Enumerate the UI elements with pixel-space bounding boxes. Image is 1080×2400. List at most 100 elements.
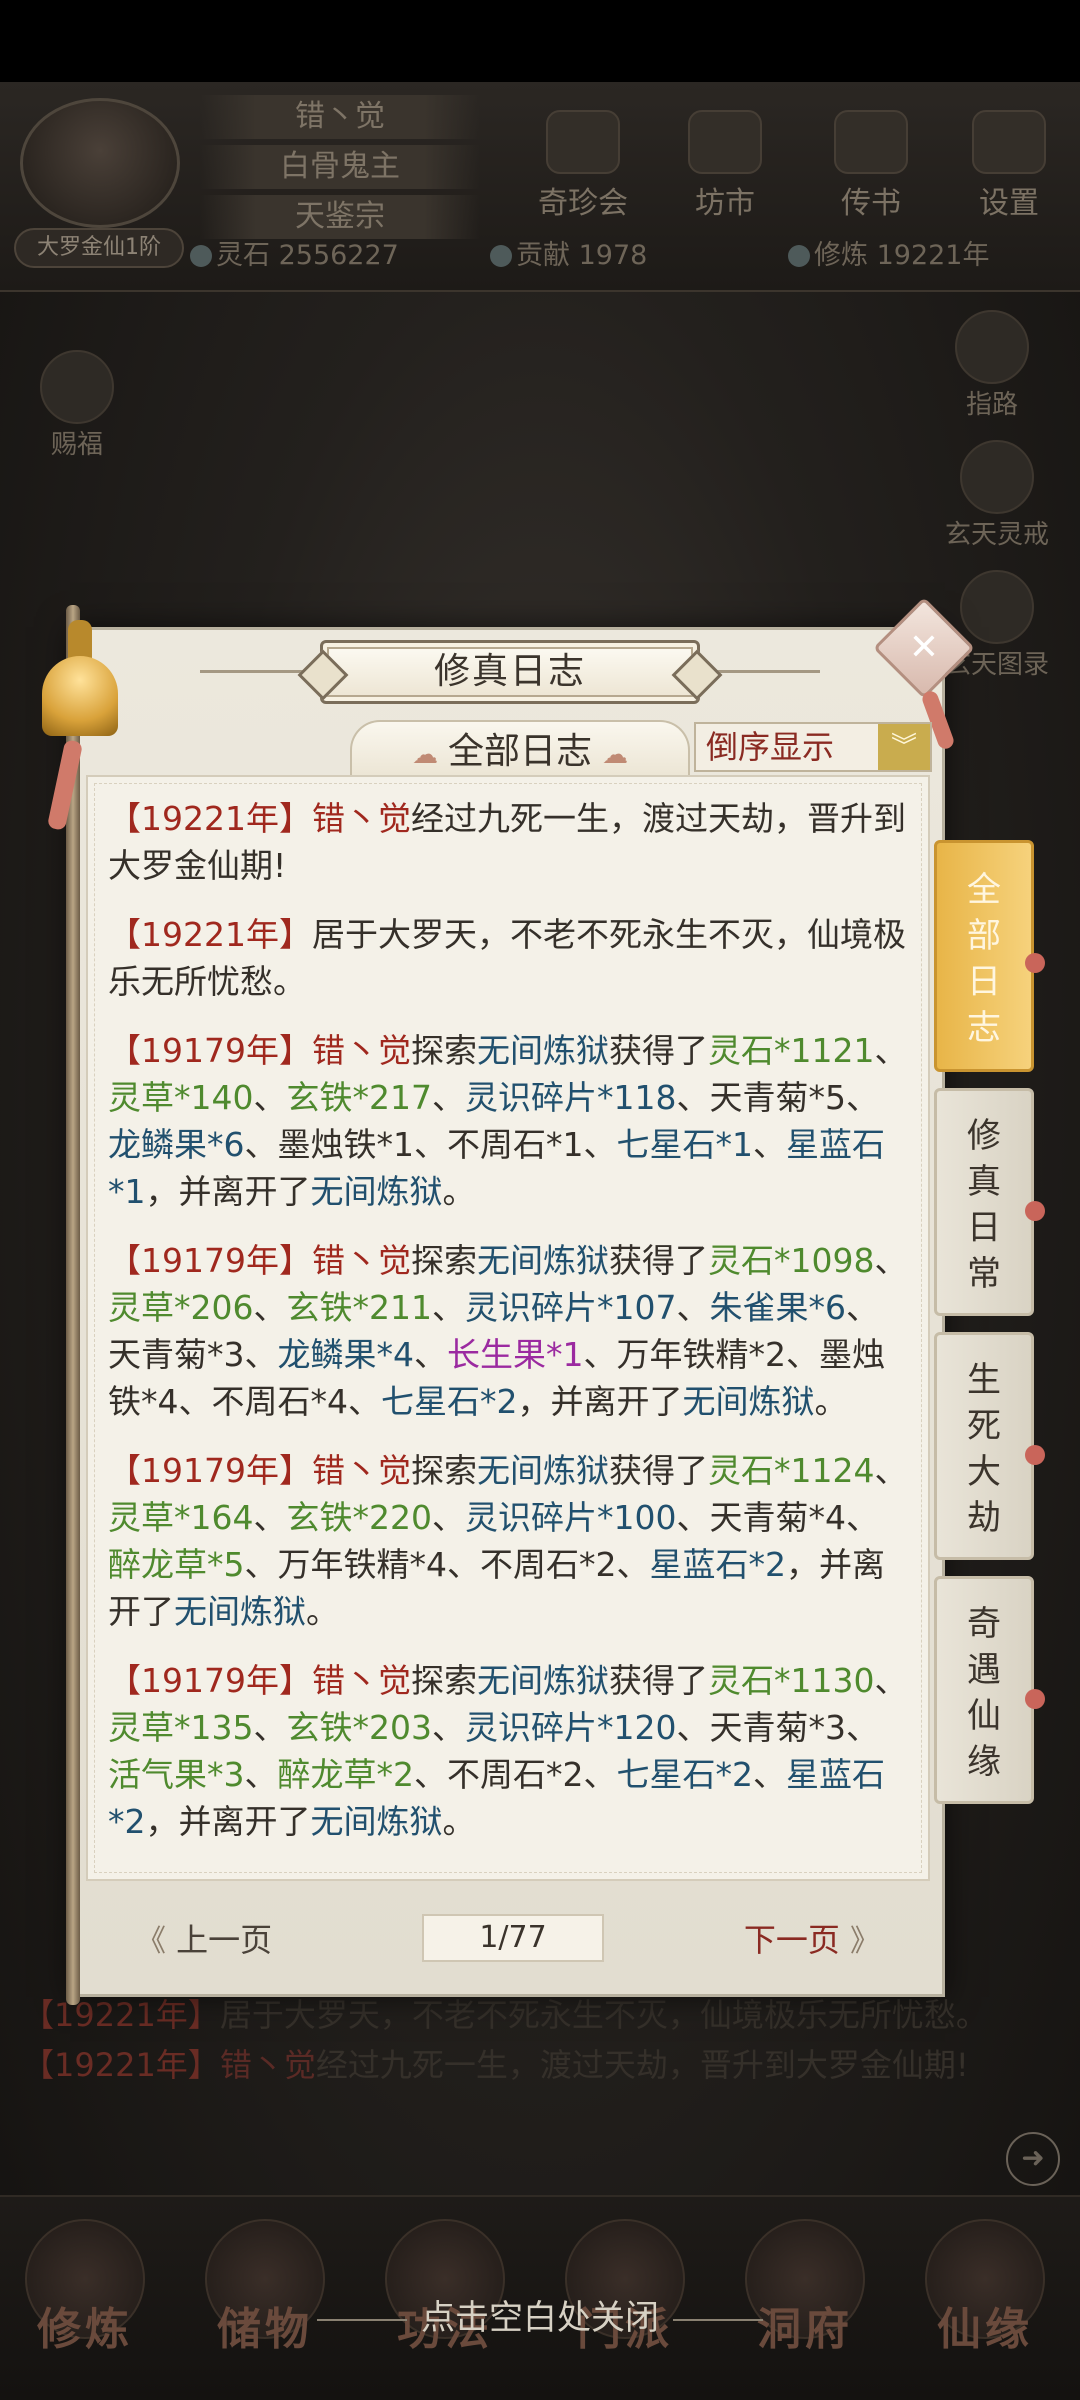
name-plates: 错丶觉 白骨鬼主 天鉴宗 xyxy=(200,95,480,245)
double-chevron-right-icon: 》 xyxy=(850,1924,880,1959)
cloud-icon: ☁ xyxy=(602,740,628,770)
log-segment-plain: 探索 xyxy=(410,1451,477,1490)
cloud-icon: ☁ xyxy=(411,740,438,770)
log-segment-blue: 星蓝石*2 xyxy=(649,1545,787,1584)
log-segment-green: 玄铁*211 xyxy=(286,1288,433,1327)
spirit-ring-button[interactable]: 玄天灵戒 xyxy=(945,440,1049,551)
knot-ornament xyxy=(1025,1445,1045,1465)
cultivation-stat: 修炼 19221年 xyxy=(788,236,989,276)
log-segment-green: 醉龙草*2 xyxy=(277,1755,415,1794)
sort-dropdown[interactable]: 倒序显示 ︾ xyxy=(694,722,932,772)
log-entry: 【19221年】居于大罗天，不老不死永生不灭，仙境极乐无所忧愁。 xyxy=(22,1990,1062,2040)
spirit-stone-icon xyxy=(190,245,212,267)
tab-tribulation[interactable]: 生死大劫 xyxy=(934,1332,1045,1560)
log-segment-place: 无间炼狱 xyxy=(476,1031,609,1070)
log-segment-blue: 灵识碎片*120 xyxy=(465,1708,677,1747)
log-segment-plain: 。 xyxy=(814,1382,848,1421)
log-segment-year: 【19179年】 xyxy=(108,1661,312,1700)
treasure-fair-button[interactable]: 奇珍会 xyxy=(528,110,638,221)
log-segment-green: 灵石*1130 xyxy=(707,1661,875,1700)
log-segment-plain: 、 xyxy=(253,1498,287,1537)
contribution-icon xyxy=(490,245,512,267)
filter-tab-all[interactable]: ☁ 全部日志 ☁ xyxy=(350,720,690,780)
player-sect: 天鉴宗 xyxy=(200,195,480,239)
log-segment-blue: 龙鳞果*6 xyxy=(108,1125,245,1164)
spirit-stone-stat: 灵石 2556227 xyxy=(190,236,399,276)
tab-all-logs[interactable]: 全部日志 xyxy=(934,840,1045,1072)
log-segment-name: 错丶觉 xyxy=(311,1241,411,1280)
log-segment-blue: 灵识碎片*100 xyxy=(465,1498,677,1537)
log-segment-plain: 、 xyxy=(432,1078,465,1117)
log-segment-green: 灵石*1124 xyxy=(707,1451,875,1490)
log-entry: 【19179年】错丶觉探索无间炼狱获得了灵石*1098、灵草*206、玄铁*21… xyxy=(88,1219,928,1429)
guide-icon xyxy=(955,310,1029,384)
chevron-down-icon: ︾ xyxy=(878,724,930,770)
market-icon xyxy=(688,110,762,174)
market-button[interactable]: 坊市 xyxy=(670,110,780,221)
log-segment-name: 错丶觉 xyxy=(311,1031,411,1070)
player-title: 白骨鬼主 xyxy=(200,145,480,189)
log-segment-year: 【19221年】 xyxy=(108,799,312,838)
gear-icon xyxy=(972,110,1046,174)
close-hint[interactable]: 点击空白处关闭 xyxy=(0,2290,1080,2339)
guide-button[interactable]: 指路 xyxy=(955,310,1029,421)
log-entry: 【19221年】居于大罗天，不老不死永生不灭，仙境极乐无所忧愁。 xyxy=(88,893,928,1009)
log-segment-plain: 探索 xyxy=(410,1031,477,1070)
page-indicator: 1/77 xyxy=(422,1914,604,1962)
log-segment-plain: 探索 xyxy=(410,1241,477,1280)
log-segment-plain: 、 xyxy=(676,1288,710,1327)
log-segment-plain: 、 xyxy=(753,1755,786,1794)
prev-page-button[interactable]: 《 上一页 xyxy=(136,1914,272,1968)
log-segment-plain: ，并离开了 xyxy=(145,1172,311,1211)
log-segment-green: 灵草*135 xyxy=(108,1708,254,1747)
avatar[interactable] xyxy=(20,98,180,228)
next-page-button[interactable]: 下一页 》 xyxy=(744,1914,880,1968)
log-segment-blue: 灵识碎片*107 xyxy=(465,1288,677,1327)
log-segment-plain: 。 xyxy=(306,1592,339,1631)
scroll-rod xyxy=(66,605,80,2005)
log-segment-plain: 探索 xyxy=(410,1661,477,1700)
log-segment-place: 无间炼狱 xyxy=(476,1661,609,1700)
tab-encounter[interactable]: 奇遇仙缘 xyxy=(934,1576,1045,1804)
log-segment-plain: 、天青菊*5、 xyxy=(676,1078,880,1117)
log-segment-plain: 。 xyxy=(442,1172,476,1211)
tab-daily[interactable]: 修真日常 xyxy=(934,1088,1045,1316)
log-segment-plain: 、天青菊*3、 xyxy=(676,1708,880,1747)
mail-button[interactable]: 传书 xyxy=(816,110,926,221)
resource-row: 灵石 2556227 贡献 1978 修炼 19221年 xyxy=(190,236,1070,276)
log-segment-green: 玄铁*203 xyxy=(286,1708,433,1747)
log-segment-plain: 获得了 xyxy=(608,1031,708,1070)
log-segment-blue: 龙鳞果*4 xyxy=(277,1335,415,1374)
log-segment-plain: 经过九死一生，渡过天劫，晋升到大罗金仙期! xyxy=(315,2046,969,2084)
log-segment-blue: 朱雀果*6 xyxy=(709,1288,847,1327)
contribution-stat: 贡献 1978 xyxy=(490,236,647,276)
log-segment-plain: 。 xyxy=(442,1802,476,1841)
log-entry: 【19179年】错丶觉探索无间炼狱获得了灵石*1124、灵草*164、玄铁*22… xyxy=(88,1429,928,1639)
log-segment-purple: 长生果*1 xyxy=(447,1335,584,1374)
knot-ornament xyxy=(1025,953,1045,973)
log-segment-plain: 、 xyxy=(244,1755,278,1794)
log-segment-plain: 、 xyxy=(432,1498,465,1537)
log-segment-plain: 居于大罗天，不老不死永生不灭，仙境极乐无所忧愁。 xyxy=(219,1996,988,2034)
log-list[interactable]: 【19221年】错丶觉经过九死一生，渡过天劫，晋升到大罗金仙期! 【19221年】… xyxy=(86,775,930,1881)
book-icon xyxy=(960,570,1034,644)
log-segment-green: 灵草*206 xyxy=(108,1288,254,1327)
log-segment-blue: 七星石*2 xyxy=(616,1755,754,1794)
log-segment-year: 【19179年】 xyxy=(108,1241,312,1280)
log-segment-blue: 灵识碎片*118 xyxy=(465,1078,677,1117)
log-segment-plain: 、 xyxy=(874,1451,908,1490)
log-segment-place: 无间炼狱 xyxy=(310,1802,443,1841)
background-log: 【19221年】居于大罗天，不老不死永生不灭，仙境极乐无所忧愁。 【19221年】… xyxy=(22,1990,1062,2090)
settings-button[interactable]: 设置 xyxy=(954,110,1064,221)
rank-badge: 大罗金仙1阶 xyxy=(14,228,184,268)
blessing-button[interactable]: 赐福 xyxy=(40,350,114,461)
log-segment-plain: 、不周石*2、 xyxy=(414,1755,617,1794)
expand-arrow-icon[interactable]: ➜ xyxy=(1006,2132,1060,2186)
log-segment-year: 【19179年】 xyxy=(108,1451,312,1490)
log-segment-plain: ，并离开了 xyxy=(145,1802,311,1841)
log-segment-plain: 、 xyxy=(253,1708,287,1747)
ring-icon xyxy=(960,440,1034,514)
log-segment-name: 错丶觉 xyxy=(311,799,411,838)
log-segment-name: 错丶觉 xyxy=(311,1451,411,1490)
atlas-button[interactable]: 玄天图录 xyxy=(945,570,1049,681)
